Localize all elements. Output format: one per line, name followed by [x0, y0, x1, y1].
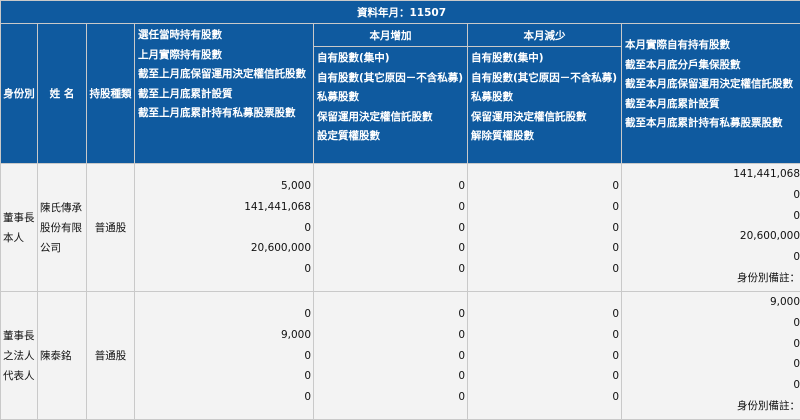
value: 0 [468, 346, 619, 367]
value: 0 [135, 346, 311, 367]
column-header-increase-items: 自有股數(集中) 自有股數(其它原因－不含私募) 私募股數 保留運用決定權信託股… [314, 47, 468, 164]
value: 5,000 [135, 176, 311, 197]
group-header-increase: 本月增加 [314, 24, 468, 47]
header-item: 上月實際持有股數 [138, 46, 313, 66]
current-holdings-cell: 9,000 0 0 0 0 身份別備註： [622, 292, 800, 420]
identity-cell: 董事長之法人代表人 [1, 292, 38, 420]
table-row: 董事長本人 陳氏傳承股份有限公司 普通股 5,000 141,441,068 0… [1, 164, 800, 292]
name-cell: 陳氏傳承股份有限公司 [38, 164, 87, 292]
value: 0 [314, 346, 465, 367]
value: 0 [468, 218, 619, 239]
value: 0 [622, 354, 800, 375]
value: 0 [314, 259, 465, 280]
header-item: 自有股數(其它原因－不含私募) [471, 69, 621, 89]
group-header-decrease: 本月減少 [468, 24, 622, 47]
value: 0 [622, 247, 800, 268]
value: 0 [468, 304, 619, 325]
increase-cell: 0 0 0 0 0 [314, 292, 468, 420]
shareholding-table: 資料年月：11507 身份別 姓 名 持股種類 選任當時持有股數 上月實際持有股… [0, 0, 800, 420]
value: 0 [314, 325, 465, 346]
value: 0 [468, 238, 619, 259]
value: 0 [468, 366, 619, 387]
column-header-share-type: 持股種類 [87, 24, 135, 164]
value: 0 [135, 387, 311, 408]
value: 0 [314, 218, 465, 239]
value: 0 [135, 366, 311, 387]
header-item: 自有股數(集中) [471, 49, 621, 69]
header-item: 設定質權股數 [317, 127, 467, 147]
share-type-cell: 普通股 [87, 292, 135, 420]
share-type-cell: 普通股 [87, 164, 135, 292]
value: 0 [314, 176, 465, 197]
header-item: 自有股數(其它原因－不含私募) [317, 69, 467, 89]
prior-holdings-cell: 0 9,000 0 0 0 [135, 292, 314, 420]
column-header-identity: 身份別 [1, 24, 38, 164]
prior-holdings-cell: 5,000 141,441,068 0 20,600,000 0 [135, 164, 314, 292]
header-item: 保留運用決定權信託股數 [317, 108, 467, 128]
identity-cell: 董事長本人 [1, 164, 38, 292]
header-item: 截至本月底保留運用決定權信託股數 [625, 75, 800, 95]
report-period-title: 資料年月：11507 [1, 1, 800, 24]
value: 0 [314, 387, 465, 408]
header-item: 解除質權股數 [471, 127, 621, 147]
value: 0 [468, 197, 619, 218]
value: 0 [622, 334, 800, 355]
name-cell: 陳泰銘 [38, 292, 87, 420]
identity-remark-label: 身份別備註： [622, 268, 800, 289]
value: 0 [135, 259, 311, 280]
decrease-cell: 0 0 0 0 0 [468, 292, 622, 420]
column-header-name: 姓 名 [38, 24, 87, 164]
value: 0 [314, 366, 465, 387]
value: 9,000 [622, 292, 800, 313]
column-header-decrease-items: 自有股數(集中) 自有股數(其它原因－不含私募) 私募股數 保留運用決定權信託股… [468, 47, 622, 164]
header-item: 私募股數 [471, 88, 621, 108]
value: 20,600,000 [622, 226, 800, 247]
header-item: 截至上月底累計設質 [138, 85, 313, 105]
current-holdings-cell: 141,441,068 0 0 20,600,000 0 身份別備註： [622, 164, 800, 292]
header-item: 選任當時持有股數 [138, 26, 313, 46]
value: 0 [468, 387, 619, 408]
table-row: 董事長之法人代表人 陳泰銘 普通股 0 9,000 0 0 0 0 0 0 0 … [1, 292, 800, 420]
value: 141,441,068 [135, 197, 311, 218]
header-item: 截至本月底累計持有私募股票股數 [625, 114, 800, 134]
column-header-current-holdings: 本月實際自有持有股數 截至本月底分戶集保股數 截至本月底保留運用決定權信託股數 … [622, 24, 800, 164]
header-item: 本月實際自有持有股數 [625, 36, 800, 56]
header-item: 截至上月底累計持有私募股票股數 [138, 104, 313, 124]
value: 20,600,000 [135, 238, 311, 259]
value: 0 [314, 197, 465, 218]
value: 0 [135, 304, 311, 325]
value: 0 [622, 206, 800, 227]
value: 0 [622, 375, 800, 396]
decrease-cell: 0 0 0 0 0 [468, 164, 622, 292]
header-item: 截至本月底累計設質 [625, 95, 800, 115]
header-item: 自有股數(集中) [317, 49, 467, 69]
value: 0 [314, 304, 465, 325]
value: 141,441,068 [622, 164, 800, 185]
value: 0 [468, 325, 619, 346]
value: 9,000 [135, 325, 311, 346]
value: 0 [135, 218, 311, 239]
column-header-prior-holdings: 選任當時持有股數 上月實際持有股數 截至上月底保留運用決定權信託股數 截至上月底… [135, 24, 314, 164]
value: 0 [622, 313, 800, 334]
value: 0 [314, 238, 465, 259]
header-item: 截至上月底保留運用決定權信託股數 [138, 65, 313, 85]
header-item: 保留運用決定權信託股數 [471, 108, 621, 128]
header-item: 截至本月底分戶集保股數 [625, 56, 800, 76]
value: 0 [622, 185, 800, 206]
value: 0 [468, 259, 619, 280]
header-item: 私募股數 [317, 88, 467, 108]
value: 0 [468, 176, 619, 197]
increase-cell: 0 0 0 0 0 [314, 164, 468, 292]
